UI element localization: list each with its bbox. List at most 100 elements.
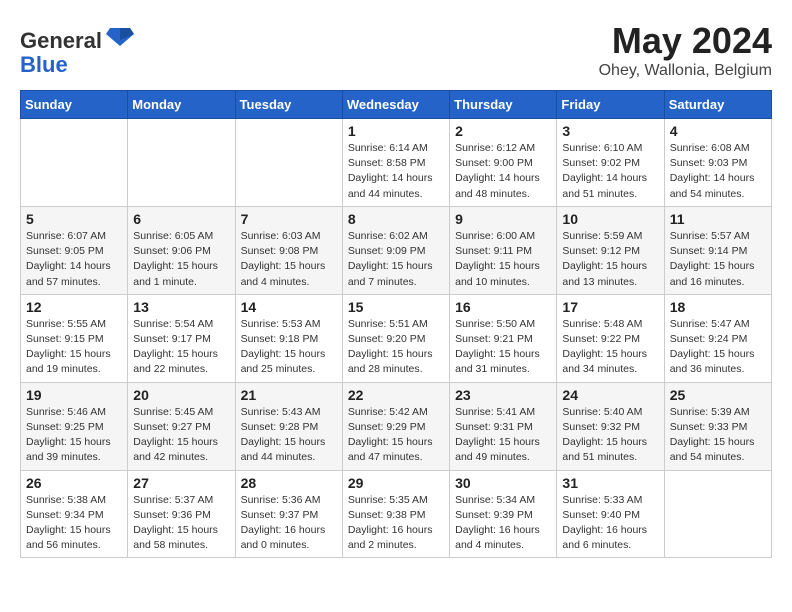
- day-info: Sunrise: 5:48 AM Sunset: 9:22 PM Dayligh…: [562, 317, 658, 378]
- day-number: 14: [241, 299, 337, 315]
- day-info: Sunrise: 6:10 AM Sunset: 9:02 PM Dayligh…: [562, 141, 658, 202]
- day-info: Sunrise: 5:43 AM Sunset: 9:28 PM Dayligh…: [241, 405, 337, 466]
- calendar-cell: 12 Sunrise: 5:55 AM Sunset: 9:15 PM Dayli…: [21, 294, 128, 382]
- day-info: Sunrise: 5:51 AM Sunset: 9:20 PM Dayligh…: [348, 317, 444, 378]
- calendar-header-tuesday: Tuesday: [235, 91, 342, 119]
- day-number: 30: [455, 475, 551, 491]
- calendar-cell: 26Sunrise: 5:38 AM Sunset: 9:34 PM Dayli…: [21, 470, 128, 558]
- calendar-cell: 7 Sunrise: 6:03 AM Sunset: 9:08 PM Daylig…: [235, 206, 342, 294]
- calendar-cell: 11 Sunrise: 5:57 AM Sunset: 9:14 PM Dayli…: [664, 206, 771, 294]
- day-number: 27: [133, 475, 229, 491]
- calendar-cell: 31 Sunrise: 5:33 AM Sunset: 9:40 PM Dayli…: [557, 470, 664, 558]
- day-number: 25: [670, 387, 766, 403]
- calendar-cell: 23 Sunrise: 5:41 AM Sunset: 9:31 PM Dayli…: [450, 382, 557, 470]
- day-info: Sunrise: 5:50 AM Sunset: 9:21 PM Dayligh…: [455, 317, 551, 378]
- day-number: 2: [455, 123, 551, 139]
- calendar-cell: [128, 119, 235, 207]
- day-number: 9: [455, 211, 551, 227]
- day-info: Sunrise: 5:59 AM Sunset: 9:12 PM Dayligh…: [562, 229, 658, 290]
- day-number: 12: [26, 299, 122, 315]
- day-number: 28: [241, 475, 337, 491]
- day-number: 4: [670, 123, 766, 139]
- calendar-cell: 19 Sunrise: 5:46 AM Sunset: 9:25 PM Dayli…: [21, 382, 128, 470]
- day-number: 11: [670, 211, 766, 227]
- calendar-header-wednesday: Wednesday: [342, 91, 449, 119]
- day-info: Sunrise: 6:03 AM Sunset: 9:08 PM Dayligh…: [241, 229, 337, 290]
- day-number: 13: [133, 299, 229, 315]
- calendar-cell: [664, 470, 771, 558]
- calendar-header-sunday: Sunday: [21, 91, 128, 119]
- calendar-cell: 24 Sunrise: 5:40 AM Sunset: 9:32 PM Dayli…: [557, 382, 664, 470]
- calendar-cell: 21 Sunrise: 5:43 AM Sunset: 9:28 PM Dayli…: [235, 382, 342, 470]
- day-number: 16: [455, 299, 551, 315]
- day-number: 31: [562, 475, 658, 491]
- day-info: Sunrise: 5:40 AM Sunset: 9:32 PM Dayligh…: [562, 405, 658, 466]
- day-info: Sunrise: 6:00 AM Sunset: 9:11 PM Dayligh…: [455, 229, 551, 290]
- day-info: Sunrise: 5:34 AM Sunset: 9:39 PM Dayligh…: [455, 493, 551, 554]
- day-number: 15: [348, 299, 444, 315]
- day-info: Sunrise: 5:38 AM Sunset: 9:34 PM Dayligh…: [26, 493, 122, 554]
- day-number: 10: [562, 211, 658, 227]
- calendar-cell: 9 Sunrise: 6:00 AM Sunset: 9:11 PM Daylig…: [450, 206, 557, 294]
- day-info: Sunrise: 5:46 AM Sunset: 9:25 PM Dayligh…: [26, 405, 122, 466]
- day-number: 5: [26, 211, 122, 227]
- day-number: 18: [670, 299, 766, 315]
- calendar-cell: 28 Sunrise: 5:36 AM Sunset: 9:37 PM Dayli…: [235, 470, 342, 558]
- calendar-cell: 27Sunrise: 5:37 AM Sunset: 9:36 PM Dayli…: [128, 470, 235, 558]
- calendar-cell: 15 Sunrise: 5:51 AM Sunset: 9:20 PM Dayli…: [342, 294, 449, 382]
- day-number: 21: [241, 387, 337, 403]
- day-info: Sunrise: 6:07 AM Sunset: 9:05 PM Dayligh…: [26, 229, 122, 290]
- day-number: 8: [348, 211, 444, 227]
- logo-icon: [106, 20, 134, 48]
- day-number: 23: [455, 387, 551, 403]
- calendar-week-1: 1 Sunrise: 6:14 AM Sunset: 8:58 PM Daylig…: [21, 119, 772, 207]
- logo-general-text: General: [20, 28, 102, 53]
- calendar-cell: [21, 119, 128, 207]
- calendar-header-row: SundayMondayTuesdayWednesdayThursdayFrid…: [21, 91, 772, 119]
- calendar-week-4: 19 Sunrise: 5:46 AM Sunset: 9:25 PM Dayli…: [21, 382, 772, 470]
- day-number: 6: [133, 211, 229, 227]
- day-info: Sunrise: 5:53 AM Sunset: 9:18 PM Dayligh…: [241, 317, 337, 378]
- day-number: 3: [562, 123, 658, 139]
- day-number: 19: [26, 387, 122, 403]
- day-number: 29: [348, 475, 444, 491]
- calendar-cell: 13Sunrise: 5:54 AM Sunset: 9:17 PM Dayli…: [128, 294, 235, 382]
- calendar-cell: 14 Sunrise: 5:53 AM Sunset: 9:18 PM Dayli…: [235, 294, 342, 382]
- calendar-cell: 3 Sunrise: 6:10 AM Sunset: 9:02 PM Daylig…: [557, 119, 664, 207]
- calendar-cell: 6 Sunrise: 6:05 AM Sunset: 9:06 PM Daylig…: [128, 206, 235, 294]
- calendar-cell: 22Sunrise: 5:42 AM Sunset: 9:29 PM Dayli…: [342, 382, 449, 470]
- calendar-cell: 25Sunrise: 5:39 AM Sunset: 9:33 PM Dayli…: [664, 382, 771, 470]
- day-info: Sunrise: 5:55 AM Sunset: 9:15 PM Dayligh…: [26, 317, 122, 378]
- calendar-cell: 1 Sunrise: 6:14 AM Sunset: 8:58 PM Daylig…: [342, 119, 449, 207]
- day-number: 24: [562, 387, 658, 403]
- day-number: 17: [562, 299, 658, 315]
- logo: General Blue: [20, 20, 134, 77]
- calendar-cell: 18 Sunrise: 5:47 AM Sunset: 9:24 PM Dayli…: [664, 294, 771, 382]
- day-info: Sunrise: 5:47 AM Sunset: 9:24 PM Dayligh…: [670, 317, 766, 378]
- day-number: 1: [348, 123, 444, 139]
- location-title: Ohey, Wallonia, Belgium: [599, 62, 772, 80]
- day-number: 7: [241, 211, 337, 227]
- calendar-week-2: 5 Sunrise: 6:07 AM Sunset: 9:05 PM Daylig…: [21, 206, 772, 294]
- calendar-cell: 4 Sunrise: 6:08 AM Sunset: 9:03 PM Daylig…: [664, 119, 771, 207]
- calendar-header-thursday: Thursday: [450, 91, 557, 119]
- calendar-cell: 8 Sunrise: 6:02 AM Sunset: 9:09 PM Daylig…: [342, 206, 449, 294]
- calendar-cell: 2Sunrise: 6:12 AM Sunset: 9:00 PM Daylig…: [450, 119, 557, 207]
- calendar-header-saturday: Saturday: [664, 91, 771, 119]
- day-info: Sunrise: 6:14 AM Sunset: 8:58 PM Dayligh…: [348, 141, 444, 202]
- day-info: Sunrise: 5:36 AM Sunset: 9:37 PM Dayligh…: [241, 493, 337, 554]
- calendar-cell: 17 Sunrise: 5:48 AM Sunset: 9:22 PM Dayli…: [557, 294, 664, 382]
- day-info: Sunrise: 5:45 AM Sunset: 9:27 PM Dayligh…: [133, 405, 229, 466]
- day-info: Sunrise: 6:02 AM Sunset: 9:09 PM Dayligh…: [348, 229, 444, 290]
- day-info: Sunrise: 5:42 AM Sunset: 9:29 PM Dayligh…: [348, 405, 444, 466]
- calendar-cell: 5 Sunrise: 6:07 AM Sunset: 9:05 PM Daylig…: [21, 206, 128, 294]
- day-info: Sunrise: 5:33 AM Sunset: 9:40 PM Dayligh…: [562, 493, 658, 554]
- day-info: Sunrise: 6:08 AM Sunset: 9:03 PM Dayligh…: [670, 141, 766, 202]
- day-info: Sunrise: 6:05 AM Sunset: 9:06 PM Dayligh…: [133, 229, 229, 290]
- calendar-cell: 29Sunrise: 5:35 AM Sunset: 9:38 PM Dayli…: [342, 470, 449, 558]
- calendar-cell: 30 Sunrise: 5:34 AM Sunset: 9:39 PM Dayli…: [450, 470, 557, 558]
- day-info: Sunrise: 5:41 AM Sunset: 9:31 PM Dayligh…: [455, 405, 551, 466]
- calendar-cell: 20Sunrise: 5:45 AM Sunset: 9:27 PM Dayli…: [128, 382, 235, 470]
- day-info: Sunrise: 5:57 AM Sunset: 9:14 PM Dayligh…: [670, 229, 766, 290]
- calendar-table: SundayMondayTuesdayWednesdayThursdayFrid…: [20, 90, 772, 558]
